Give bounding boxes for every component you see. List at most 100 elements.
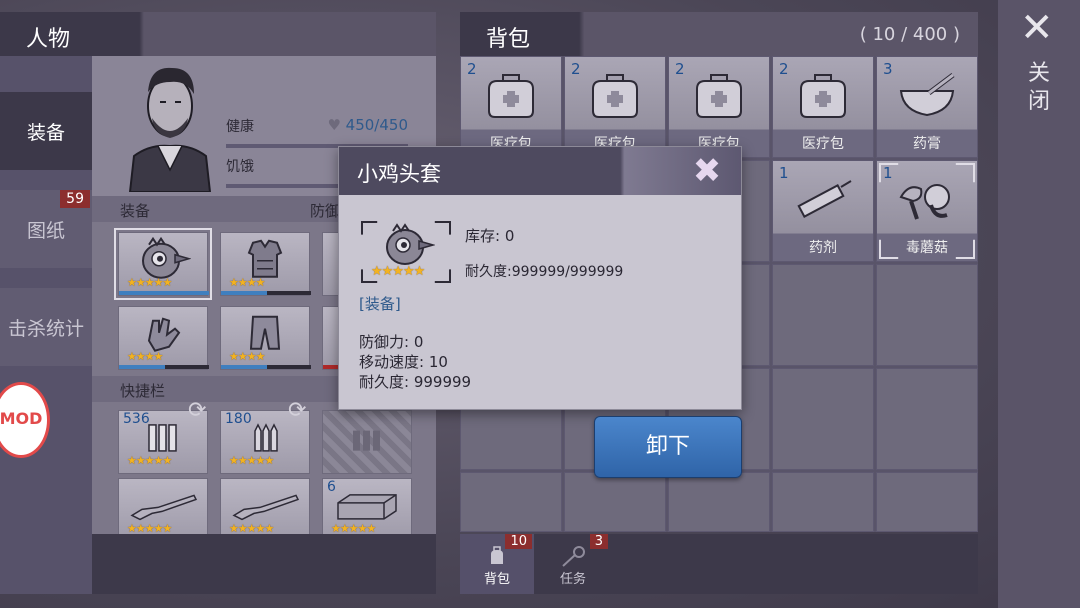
modal-durability-line: 耐久度:999999/999999 bbox=[465, 264, 624, 280]
modal-item-stars: ★★★★★ bbox=[371, 264, 425, 279]
bag-slot-name: 药剂 bbox=[809, 240, 837, 256]
character-panel-title: 人物 bbox=[26, 27, 71, 52]
character-portrait bbox=[128, 67, 212, 192]
durability-bar bbox=[119, 291, 209, 295]
gloves-icon bbox=[147, 317, 181, 352]
unequip-button-label: 卸下 bbox=[645, 434, 690, 459]
quests-count-badge: 3 bbox=[589, 534, 608, 549]
modal-durability: 耐久度: 999999 bbox=[359, 373, 472, 391]
quickbar-label: 快捷栏 bbox=[120, 382, 166, 400]
modal-defense: 防御力: 0 bbox=[359, 333, 424, 351]
bag-slot-name: 毒蘑菇 bbox=[906, 240, 948, 256]
quick-slot-2-stars: ★★★★★ bbox=[229, 454, 274, 467]
tab-backpack-label: 背包 bbox=[483, 572, 510, 587]
close-icon[interactable]: ✕ bbox=[1020, 8, 1054, 48]
tab-equipment[interactable]: 装备 bbox=[0, 92, 92, 170]
bag-slot-empty[interactable] bbox=[668, 472, 770, 532]
bag-slot-name: 医疗包 bbox=[802, 136, 844, 152]
modal-speed: 移动速度: 10 bbox=[359, 353, 448, 371]
durability-bar-empty bbox=[267, 365, 311, 369]
medkit-icon bbox=[592, 74, 638, 118]
item-detail-modal: 小鸡头套 ✖ ★★★★★ 库存: 0 耐久度:999999/999999 [装备… bbox=[338, 146, 742, 410]
tab-quests-label: 任务 bbox=[559, 572, 586, 587]
rifle-bullets-icon bbox=[254, 423, 278, 452]
modal-header: 小鸡头套 ✖ bbox=[339, 147, 741, 195]
bag-slot-potion[interactable]: 1 药剂 bbox=[772, 160, 874, 262]
refresh-icon[interactable]: ⟳ bbox=[288, 398, 306, 423]
modal-title: 小鸡头套 bbox=[357, 162, 441, 186]
quick-slot-4[interactable]: ★★★★★ bbox=[118, 478, 209, 542]
tab-quests[interactable]: 3 任务 bbox=[536, 534, 610, 594]
close-label[interactable]: 关闭 bbox=[1028, 60, 1052, 116]
bag-slot-count: 2 bbox=[467, 60, 477, 78]
durability-bar-empty bbox=[165, 365, 209, 369]
health-value-text: 450/450 bbox=[345, 116, 408, 134]
equip-slot-head[interactable]: ★★★★★ bbox=[114, 228, 212, 300]
defense-label: 防御 bbox=[310, 202, 341, 220]
equip-slot-hands[interactable]: ★★★★ bbox=[118, 306, 209, 370]
backpack-title: 背包 bbox=[486, 27, 531, 52]
equip-slot-body[interactable]: ★★★★ bbox=[220, 232, 311, 296]
mushroom-icon bbox=[899, 184, 950, 220]
bag-slot-medkit-1[interactable]: 2 医疗包 bbox=[460, 56, 562, 158]
equip-slot-hands-stars: ★★★★ bbox=[127, 350, 163, 363]
backpack-header: 背包 ( 10 / 400 ) bbox=[460, 12, 978, 56]
durability-bar-empty bbox=[267, 291, 311, 295]
shotgun-icon bbox=[130, 494, 198, 521]
medkit-icon bbox=[488, 74, 534, 118]
unequip-button[interactable]: 卸下 bbox=[594, 416, 742, 478]
close-column[interactable]: ✕ 关闭 bbox=[998, 0, 1080, 608]
hunger-label: 饥饿 bbox=[226, 159, 254, 175]
bag-slot-count: 3 bbox=[883, 60, 893, 78]
equipment-label: 装备 bbox=[120, 202, 151, 220]
equip-slot-legs[interactable]: ★★★★ bbox=[220, 306, 311, 370]
syringe-icon bbox=[797, 180, 852, 218]
refresh-icon[interactable]: ⟳ bbox=[188, 398, 206, 423]
bag-slot-ointment[interactable]: 3 药膏 bbox=[876, 56, 978, 158]
health-stat: 健康 ♥ 450/450 bbox=[226, 116, 408, 148]
bag-slot-count: 2 bbox=[779, 60, 789, 78]
chicken-hood-icon bbox=[142, 236, 191, 279]
quick-slot-6[interactable]: 6 ★★★★★ bbox=[322, 478, 413, 542]
bag-slot-empty[interactable] bbox=[876, 368, 978, 470]
tab-kill-stats[interactable]: 击杀统计 bbox=[0, 288, 92, 366]
brick-icon bbox=[337, 494, 397, 520]
equip-slot-body-stars: ★★★★ bbox=[229, 276, 265, 289]
tab-equipment-label: 装备 bbox=[26, 121, 65, 144]
mod-badge-text: MOD bbox=[0, 409, 43, 428]
armor-vest-icon bbox=[247, 239, 283, 278]
bag-slot-empty[interactable] bbox=[772, 368, 874, 470]
bag-slot-medkit-4[interactable]: 2 医疗包 bbox=[772, 56, 874, 158]
bag-slot-count: 1 bbox=[883, 164, 893, 182]
bag-slot-empty[interactable] bbox=[876, 264, 978, 366]
bag-slot-medkit-2[interactable]: 2 医疗包 bbox=[564, 56, 666, 158]
quick-slot-5[interactable]: ★★★★★ bbox=[220, 478, 311, 542]
modal-close-icon[interactable]: ✖ bbox=[687, 151, 727, 191]
bag-slot-name: 药膏 bbox=[913, 136, 941, 152]
modal-stock: 库存: 0 bbox=[465, 227, 515, 245]
bag-slot-poison-mushroom[interactable]: 1 毒蘑菇 bbox=[876, 160, 978, 262]
character-panel-header: 人物 bbox=[0, 12, 436, 56]
key-icon bbox=[562, 546, 585, 567]
equip-slot-head-stars: ★★★★★ bbox=[127, 276, 172, 289]
medkit-icon bbox=[696, 74, 742, 118]
quick-slot-3-locked[interactable] bbox=[322, 410, 412, 474]
mortar-pestle-icon bbox=[899, 73, 955, 117]
bag-slot-empty[interactable] bbox=[460, 472, 562, 532]
bag-slot-medkit-3[interactable]: 2 医疗包 bbox=[668, 56, 770, 158]
bag-slot-empty[interactable] bbox=[564, 472, 666, 532]
tab-blueprints[interactable]: 59 图纸 bbox=[0, 190, 92, 268]
durability-bar bbox=[221, 365, 267, 369]
bag-slot-count: 2 bbox=[675, 60, 685, 78]
bag-slot-empty[interactable] bbox=[772, 264, 874, 366]
backpack-count-badge: 10 bbox=[505, 534, 532, 549]
equip-slot-legs-stars: ★★★★ bbox=[229, 350, 265, 363]
health-label: 健康 bbox=[226, 119, 254, 135]
bag-slot-empty[interactable] bbox=[876, 472, 978, 532]
rifle-icon bbox=[232, 494, 300, 521]
tab-backpack[interactable]: 10 背包 bbox=[460, 534, 534, 594]
character-side-tabs: 装备 59 图纸 击杀统计 bbox=[0, 56, 92, 594]
bag-slot-empty[interactable] bbox=[772, 472, 874, 532]
backpack-footer: 10 背包 3 任务 bbox=[460, 534, 978, 594]
medkit-icon bbox=[800, 74, 846, 118]
